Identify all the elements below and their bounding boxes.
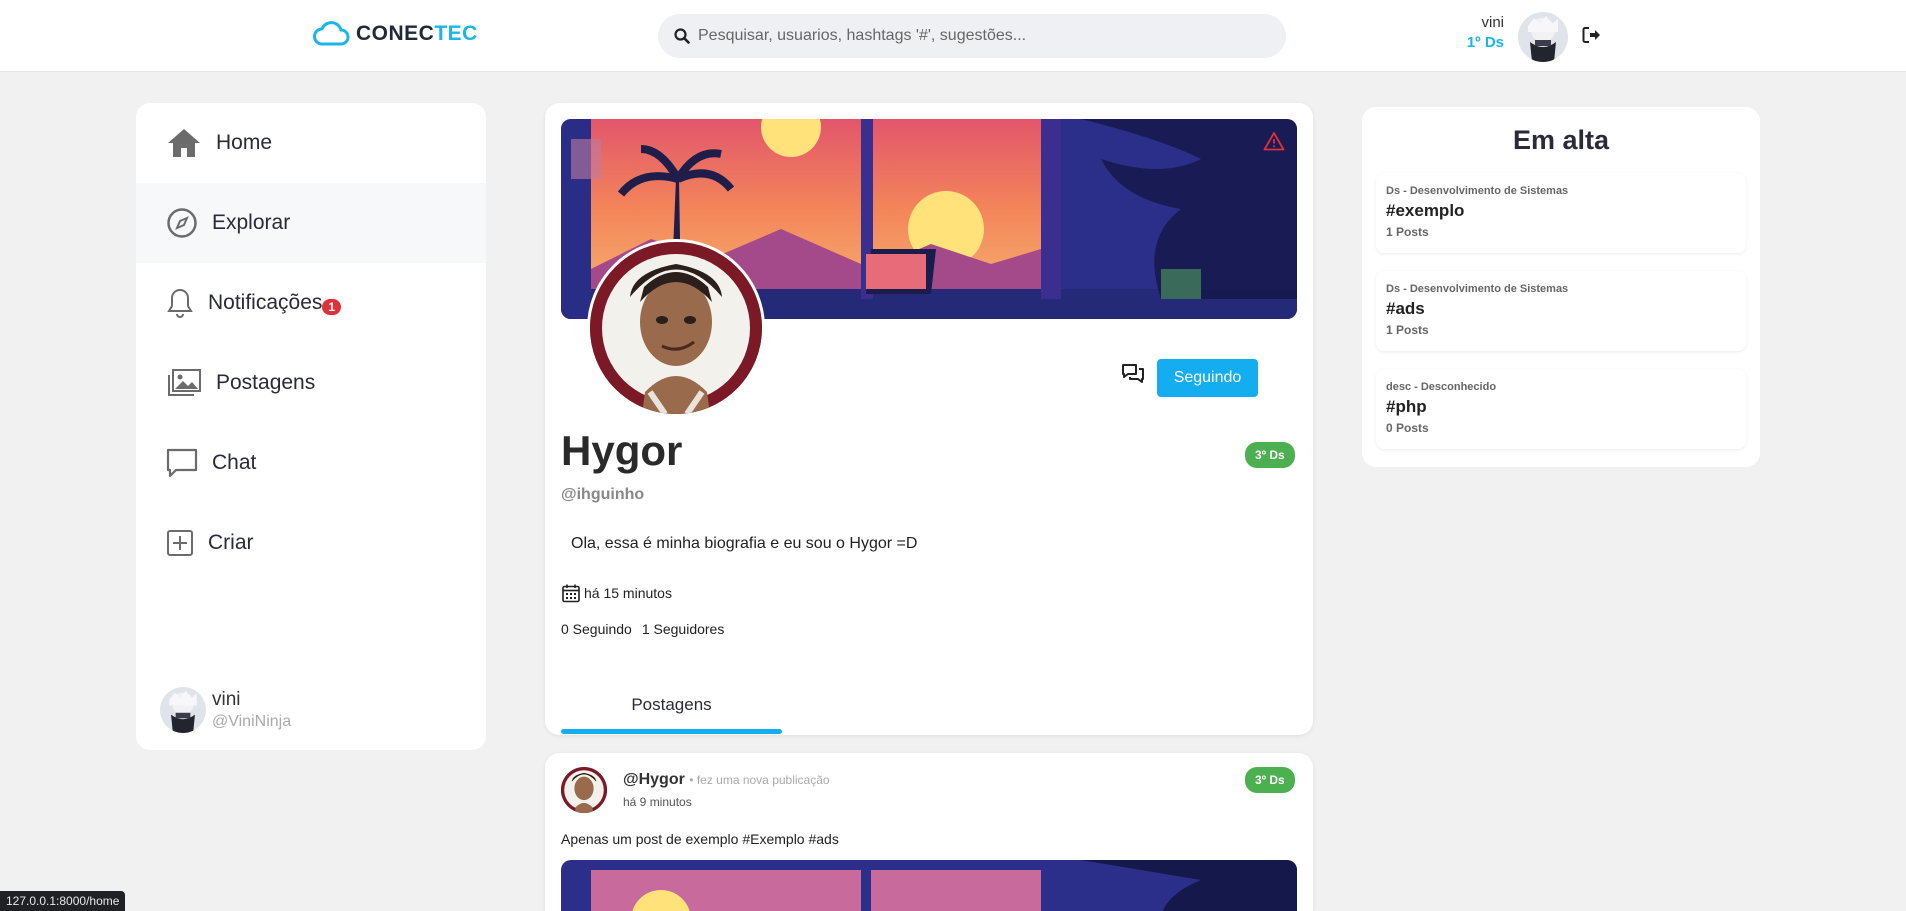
trending-category: Ds - Desenvolvimento de Sistemas [1386,283,1569,295]
trending-tag: #ads [1386,299,1425,318]
status-bar-url: 127.0.0.1:8000/home [0,891,126,911]
post-author-handle[interactable]: @Hygor [623,771,685,788]
profile-joined-text: há 15 minutos [584,585,672,601]
post-time: há 9 minutos [623,795,692,809]
chat-icon [166,448,198,478]
search-bar[interactable] [658,14,1286,58]
top-bar: CONECTEC vini 1º Ds [0,0,1906,72]
logo-text: CONECTEC [356,22,478,45]
profile-stats: 0 Seguindo 1 Seguidores [561,621,724,637]
tab-postagens[interactable]: Postagens [561,695,782,715]
sidebar-item-label: Home [216,131,273,154]
trending-count: 0 Posts [1386,421,1429,435]
sidebar-item-label: Postagens [216,371,316,394]
post-author-avatar[interactable] [561,767,607,813]
trending-category: Ds - Desenvolvimento de Sistemas [1386,185,1569,197]
post-card: @Hygor • fez uma nova publicação há 9 mi… [545,753,1313,911]
post-image[interactable] [561,860,1297,911]
sidebar-item-label: Criar [208,531,254,554]
sidebar-item-criar[interactable]: Criar [136,503,486,583]
profile-card: Seguindo Hygor 3º Ds @ihguinho Ola, essa… [545,103,1313,735]
sidebar-user-avatar [160,687,206,733]
sidebar-item-postagens[interactable]: Postagens [136,343,486,423]
compass-icon [167,208,197,238]
logout-button[interactable] [1582,26,1602,49]
sidebar-user-name: vini [212,689,241,710]
trending-category: desc - Desconhecido [1386,381,1497,393]
logo[interactable]: CONECTEC [312,20,478,48]
cloud-icon [313,21,350,46]
home-icon [168,129,200,157]
post-text: Apenas um post de exemplo #Exemplo #ads [561,831,839,847]
trending-title: Em alta [1512,125,1610,155]
sidebar-item-label: Notificações [208,291,323,314]
report-button[interactable] [1263,131,1285,156]
header-avatar[interactable] [1518,12,1568,62]
following-button[interactable]: Seguindo [1157,359,1258,397]
header-user-class: 1º Ds [1466,34,1504,51]
left-sidebar: Home Explorar Notificações 1 Postagens C… [136,103,486,750]
sidebar-item-home[interactable]: Home [136,103,486,183]
trending-item[interactable]: Ds - Desenvolvimento de Sistemas #exempl… [1376,173,1746,253]
message-button[interactable] [1121,363,1145,390]
notification-badge: 1 [322,299,342,315]
profile-handle: @ihguinho [561,486,645,503]
calendar-icon [562,584,580,603]
trending-tag: #exemplo [1386,201,1465,220]
trending-item[interactable]: Ds - Desenvolvimento de Sistemas #ads 1 … [1376,271,1746,351]
tab-active-indicator [561,729,782,734]
followers-count[interactable]: 1 Seguidores [642,621,725,637]
trending-panel: Em alta Ds - Desenvolvimento de Sistemas… [1362,107,1760,467]
post-author-line: @Hygor • fez uma nova publicação [623,771,830,789]
comments-icon [1122,364,1144,383]
images-icon [168,369,201,396]
post-action-text: • fez uma nova publicação [689,773,830,787]
sidebar-item-notificacoes[interactable]: Notificações 1 [136,263,486,343]
profile-bio: Ola, essa é minha biografia e eu sou o H… [571,535,918,552]
profile-joined: há 15 minutos [561,583,672,603]
search-input[interactable] [698,27,1258,45]
plus-square-icon [167,530,193,556]
trending-count: 1 Posts [1386,323,1429,337]
logout-icon [1582,27,1600,43]
sidebar-user[interactable]: vini @ViniNinja [160,687,291,733]
profile-avatar[interactable] [587,239,765,417]
trending-tag: #php [1386,397,1427,416]
sidebar-item-explorar[interactable]: Explorar [136,183,486,263]
sidebar-item-label: Chat [212,451,257,474]
profile-name: Hygor [561,427,683,474]
sidebar-item-chat[interactable]: Chat [136,423,486,503]
header-user-name: vini [1481,14,1504,31]
following-count[interactable]: 0 Seguindo [561,621,632,637]
sidebar-user-handle: @ViniNinja [212,713,292,730]
warning-icon [1263,132,1285,151]
trending-count: 1 Posts [1386,225,1429,239]
header-user-info[interactable]: vini 1º Ds [1440,14,1504,51]
profile-class-badge: 3º Ds [1245,442,1295,468]
sidebar-item-label: Explorar [212,211,291,234]
trending-item[interactable]: desc - Desconhecido #php 0 Posts [1376,369,1746,449]
search-icon [674,28,690,44]
bell-icon [167,288,193,318]
post-class-badge: 3º Ds [1245,767,1295,793]
